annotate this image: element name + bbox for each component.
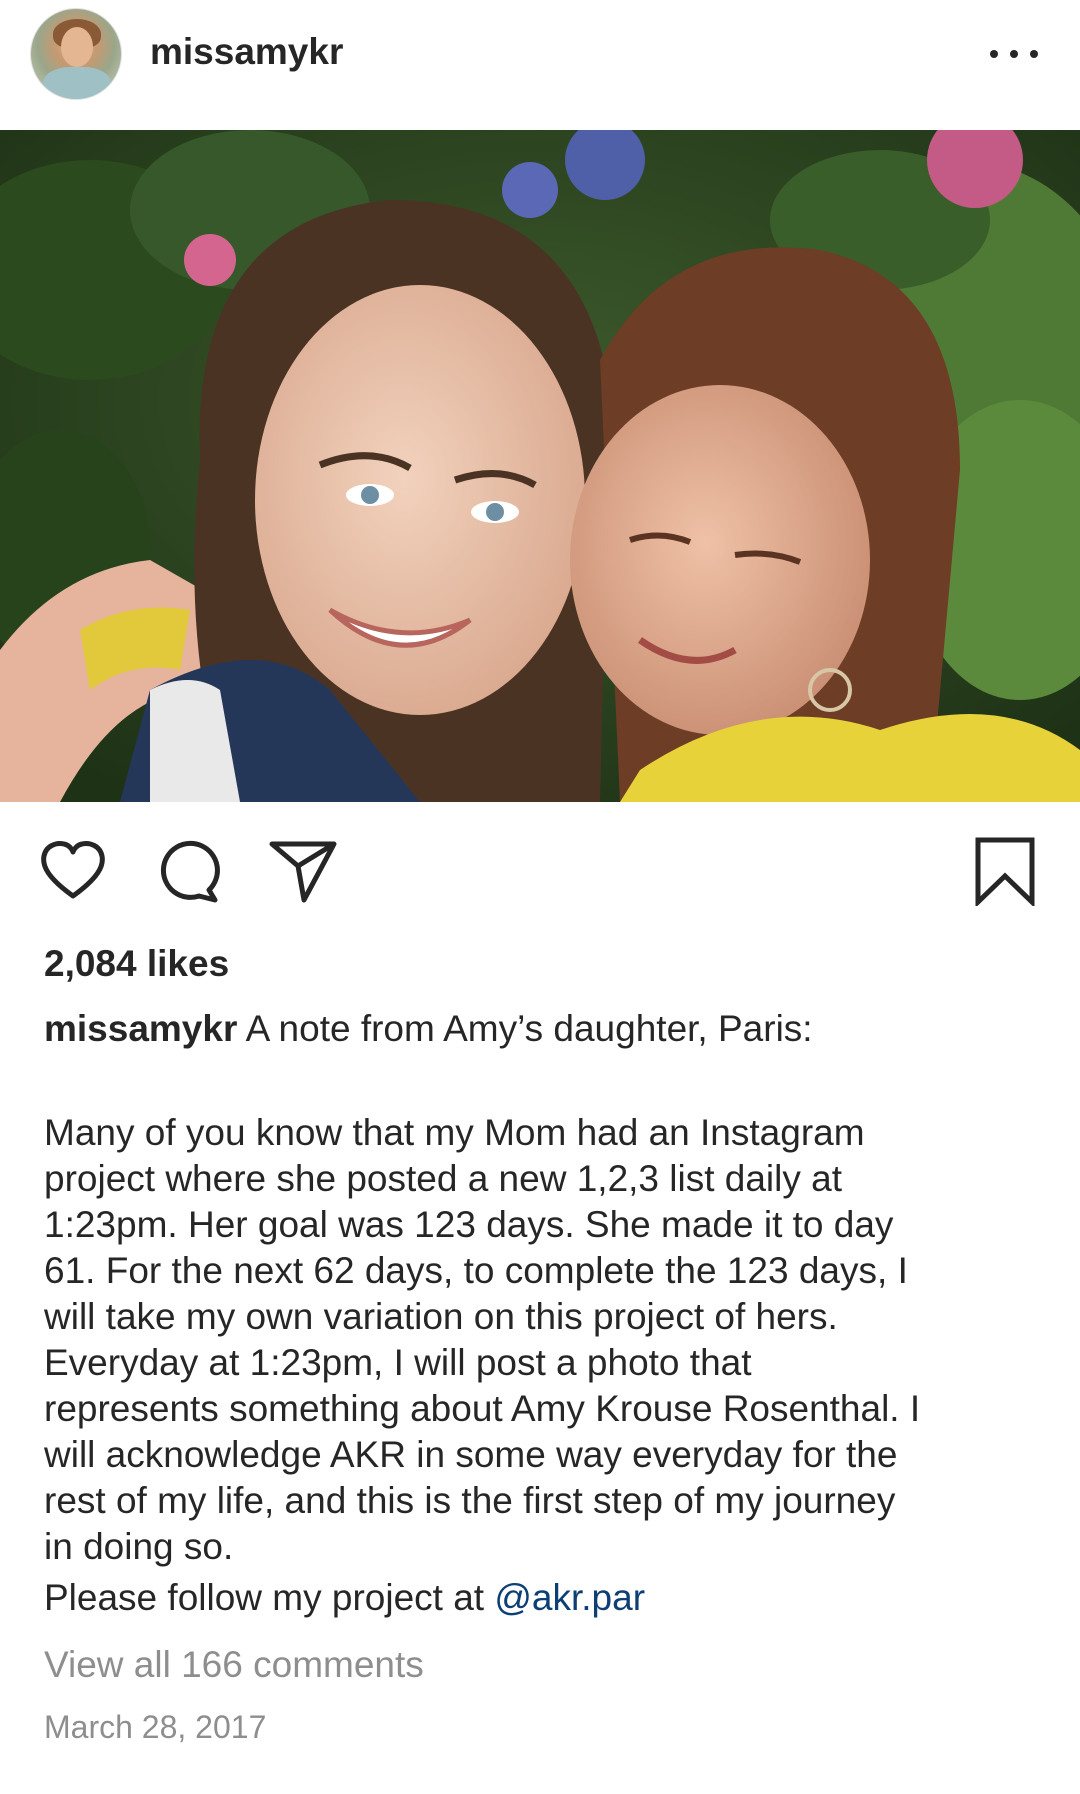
likes-count[interactable]: 2,084 likes <box>44 940 229 988</box>
heart-icon[interactable] <box>38 836 108 906</box>
caption-line: 1:23pm. Her goal was 123 days. She made … <box>44 1204 894 1245</box>
post-photo[interactable] <box>0 130 1080 802</box>
caption-line: project where she posted a new 1,2,3 lis… <box>44 1158 843 1199</box>
avatar[interactable] <box>30 8 122 100</box>
caption-line: will take my own variation on this proje… <box>44 1296 838 1337</box>
avatar-shoulders <box>43 67 111 99</box>
post-username[interactable]: missamykr <box>150 28 343 76</box>
caption-line: will acknowledge AKR in some way everyda… <box>44 1434 898 1475</box>
more-options-button[interactable] <box>990 34 1038 74</box>
post-actions-bar <box>0 830 1080 910</box>
caption-line: in doing so. <box>44 1526 234 1567</box>
more-horizontal-icon <box>990 50 998 58</box>
more-horizontal-icon-dot <box>1010 50 1018 58</box>
caption-line: rest of my life, and this is the first s… <box>44 1480 896 1521</box>
view-all-comments-link[interactable]: View all 166 comments <box>44 1642 424 1688</box>
mention-link[interactable]: @akr.par <box>494 1577 645 1618</box>
post-header: missamykr <box>0 0 1080 130</box>
caption-line: represents something about Amy Krouse Ro… <box>44 1388 921 1429</box>
caption-line: 61. For the next 62 days, to complete th… <box>44 1250 908 1291</box>
caption-line: Many of you know that my Mom had an Inst… <box>44 1112 865 1153</box>
caption-intro: missamykr A note from Amy’s daughter, Pa… <box>44 1006 1044 1052</box>
caption-line: Everyday at 1:23pm, I will post a photo … <box>44 1342 752 1383</box>
post-date: March 28, 2017 <box>44 1709 267 1745</box>
paper-plane-icon[interactable] <box>268 836 338 906</box>
caption-intro-text: A note from Amy’s daughter, Paris: <box>245 1008 813 1049</box>
comment-bubble-icon[interactable] <box>153 836 223 906</box>
more-horizontal-icon-dot <box>1030 50 1038 58</box>
caption-follow-line: Please follow my project at @akr.par <box>44 1575 1044 1621</box>
caption-username[interactable]: missamykr <box>44 1008 237 1049</box>
post-photo-illustration <box>0 130 1080 802</box>
bookmark-icon[interactable] <box>970 836 1040 906</box>
follow-prefix-text: Please follow my project at <box>44 1577 495 1618</box>
caption-body: Many of you know that my Mom had an Inst… <box>44 1110 1044 1570</box>
avatar-face <box>61 27 93 67</box>
